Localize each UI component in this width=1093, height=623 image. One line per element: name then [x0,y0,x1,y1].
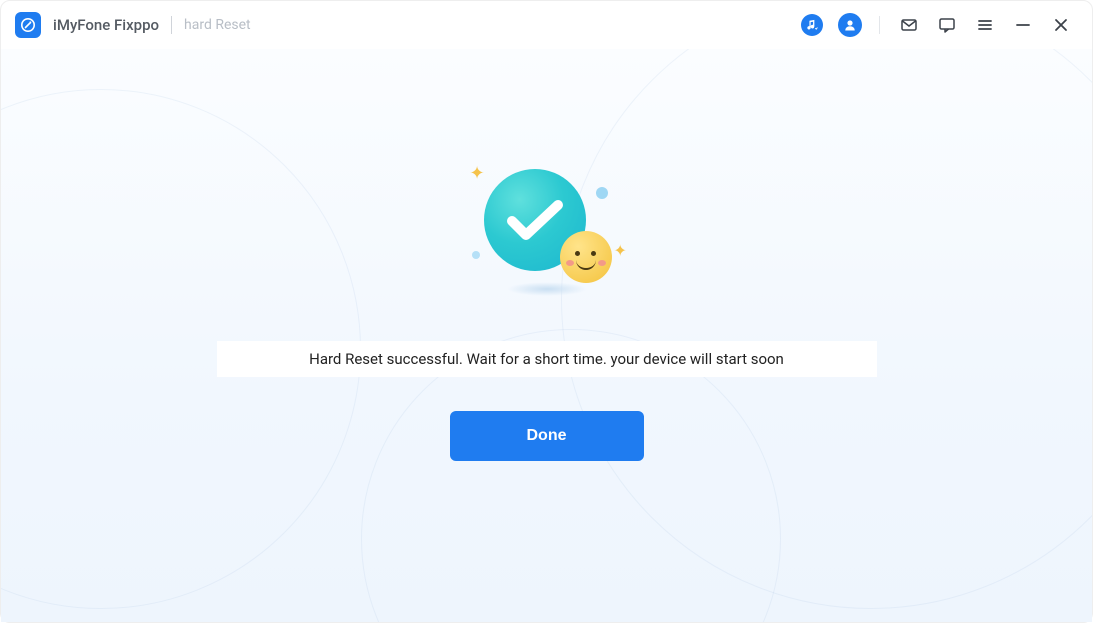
mail-icon [899,15,919,35]
feedback-button[interactable] [934,12,960,38]
menu-icon [975,15,995,35]
title-separator [171,16,172,34]
status-bar: Hard Reset successful. Wait for a short … [217,341,877,377]
app-title: iMyFone Fixppo [53,16,159,34]
status-text: Hard Reset successful. Wait for a short … [309,350,784,368]
mail-button[interactable] [896,12,922,38]
account-button[interactable] [837,12,863,38]
music-button[interactable] [799,12,825,38]
app-logo-icon [15,12,41,38]
user-icon [838,13,862,37]
decoration-shadow [507,282,587,296]
smiley-icon [560,231,612,283]
done-button[interactable]: Done [450,411,644,461]
title-bar: iMyFone Fixppo hard Reset [1,1,1092,49]
main-panel: ✦ ✦ Hard Reset successful. Wait for a sh… [1,49,1092,622]
minimize-icon [1013,15,1033,35]
success-illustration: ✦ ✦ [462,159,632,309]
minimize-button[interactable] [1010,12,1036,38]
sparkle-icon: ✦ [470,163,485,184]
header-separator [879,16,880,34]
decoration-dot [472,251,480,259]
sparkle-icon: ✦ [614,241,627,260]
decoration-dot [596,187,608,199]
menu-button[interactable] [972,12,998,38]
close-button[interactable] [1048,12,1074,38]
checkmark-icon [506,197,564,245]
music-note-icon [801,14,823,36]
page-subtitle: hard Reset [184,17,251,33]
chat-icon [937,15,957,35]
close-icon [1051,15,1071,35]
